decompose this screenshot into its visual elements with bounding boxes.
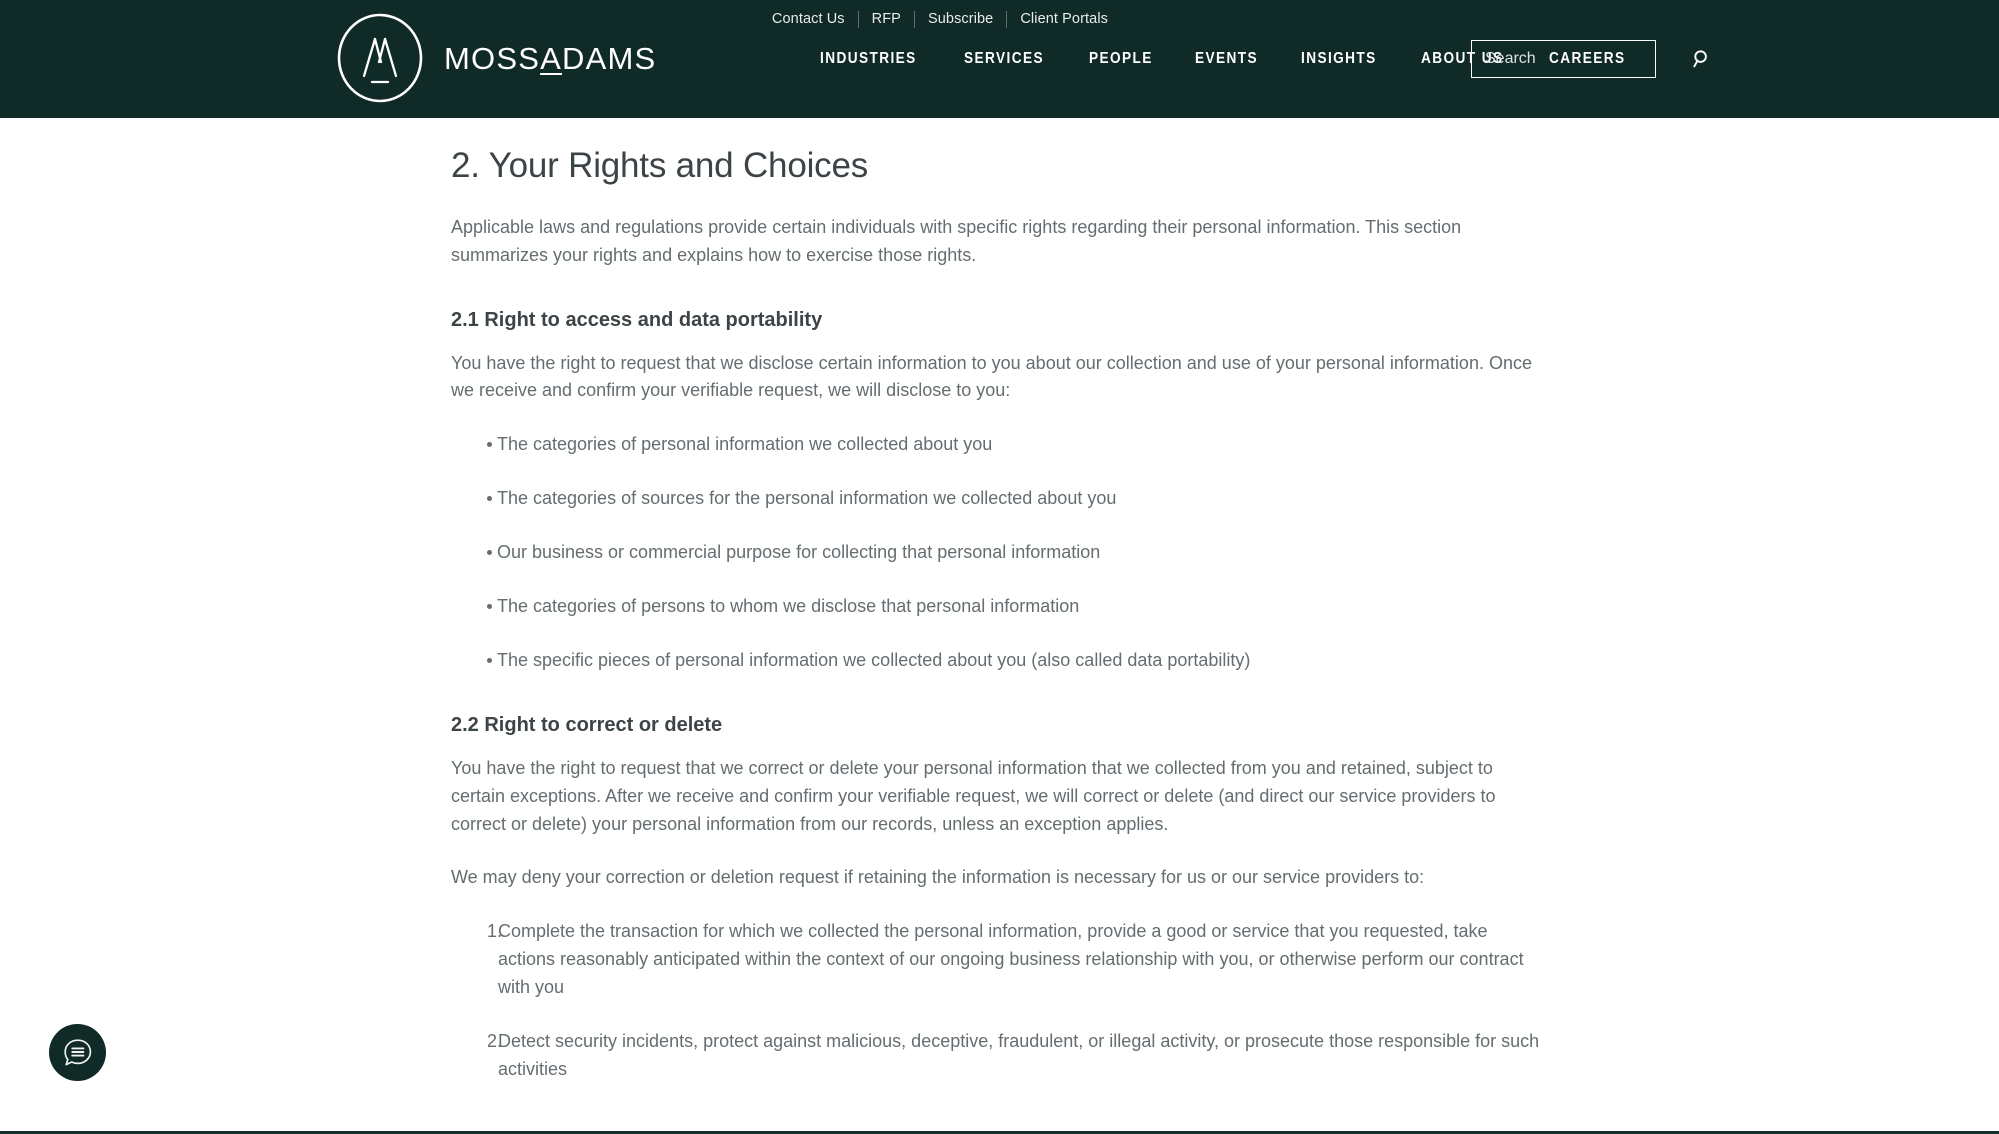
utility-link-subscribe[interactable]: Subscribe	[915, 8, 1006, 30]
list-item: Our business or commercial purpose for c…	[451, 539, 1546, 567]
list-item: The categories of sources for the person…	[451, 485, 1546, 513]
chat-widget-button[interactable]	[49, 1024, 106, 1081]
subsection-2-1-title: 2.1 Right to access and data portability	[451, 308, 823, 331]
utility-link-client-portals[interactable]: Client Portals	[1007, 8, 1108, 30]
list-item: Complete the transaction for which we co…	[487, 918, 1524, 998]
search-input[interactable]	[1485, 50, 1692, 68]
list-item: The categories of personal information w…	[451, 431, 1546, 459]
brand-wordmark-underlined-a: A	[540, 41, 562, 76]
page-main: 2. Your Rights and Choices Applicable la…	[0, 118, 1999, 1084]
search-box[interactable]	[1471, 40, 1707, 78]
intro-paragraph: Applicable laws and regulations provide …	[451, 216, 1462, 265]
brand-wordmark: MOSSADAMS	[444, 41, 656, 77]
brand-wordmark-part1: MOSS	[444, 41, 541, 76]
denial-reasons-list: Complete the transaction for which we co…	[451, 918, 1546, 1083]
utility-link-rfp[interactable]: RFP	[859, 8, 914, 30]
list-item: The categories of persons to whom we dis…	[451, 593, 1546, 621]
list-item: Detect security incidents, protect again…	[487, 1028, 1540, 1079]
site-header: Contact Us RFP Subscribe Client Portals …	[0, 0, 1999, 118]
nav-item-insights[interactable]: INSIGHTS	[1301, 50, 1377, 68]
brand-wordmark-part2: DAMS	[561, 41, 657, 76]
content-column: 2. Your Rights and Choices Applicable la…	[451, 144, 1546, 1084]
brand-logo-link[interactable]: MOSSADAMS	[334, 12, 656, 104]
subsection-2-1-paragraph: You have the right to request that we di…	[451, 352, 1532, 401]
list-item: The specific pieces of personal informat…	[451, 647, 1546, 675]
nav-item-services[interactable]: SERVICES	[964, 50, 1044, 68]
page-title: 2. Your Rights and Choices	[451, 146, 869, 185]
utility-link-contact-us[interactable]: Contact Us	[772, 8, 858, 30]
rights-bullet-list: The categories of personal information w…	[451, 431, 1546, 674]
subsection-2-2-title: 2.2 Right to correct or delete	[451, 713, 723, 736]
nav-item-events[interactable]: EVENTS	[1195, 50, 1258, 68]
subsection-2-2-paragraph-2: We may deny your correction or deletion …	[451, 867, 1425, 888]
utility-nav: Contact Us RFP Subscribe Client Portals	[772, 8, 1108, 30]
nav-item-people[interactable]: PEOPLE	[1089, 50, 1153, 68]
chat-bubble-icon	[61, 1036, 94, 1069]
nav-item-industries[interactable]: INDUSTRIES	[820, 50, 917, 68]
subsection-2-2-paragraph-1: You have the right to request that we co…	[451, 757, 1496, 834]
moss-adams-circle-mountain-logo-icon	[334, 12, 426, 104]
search-icon[interactable]	[1692, 49, 1712, 69]
